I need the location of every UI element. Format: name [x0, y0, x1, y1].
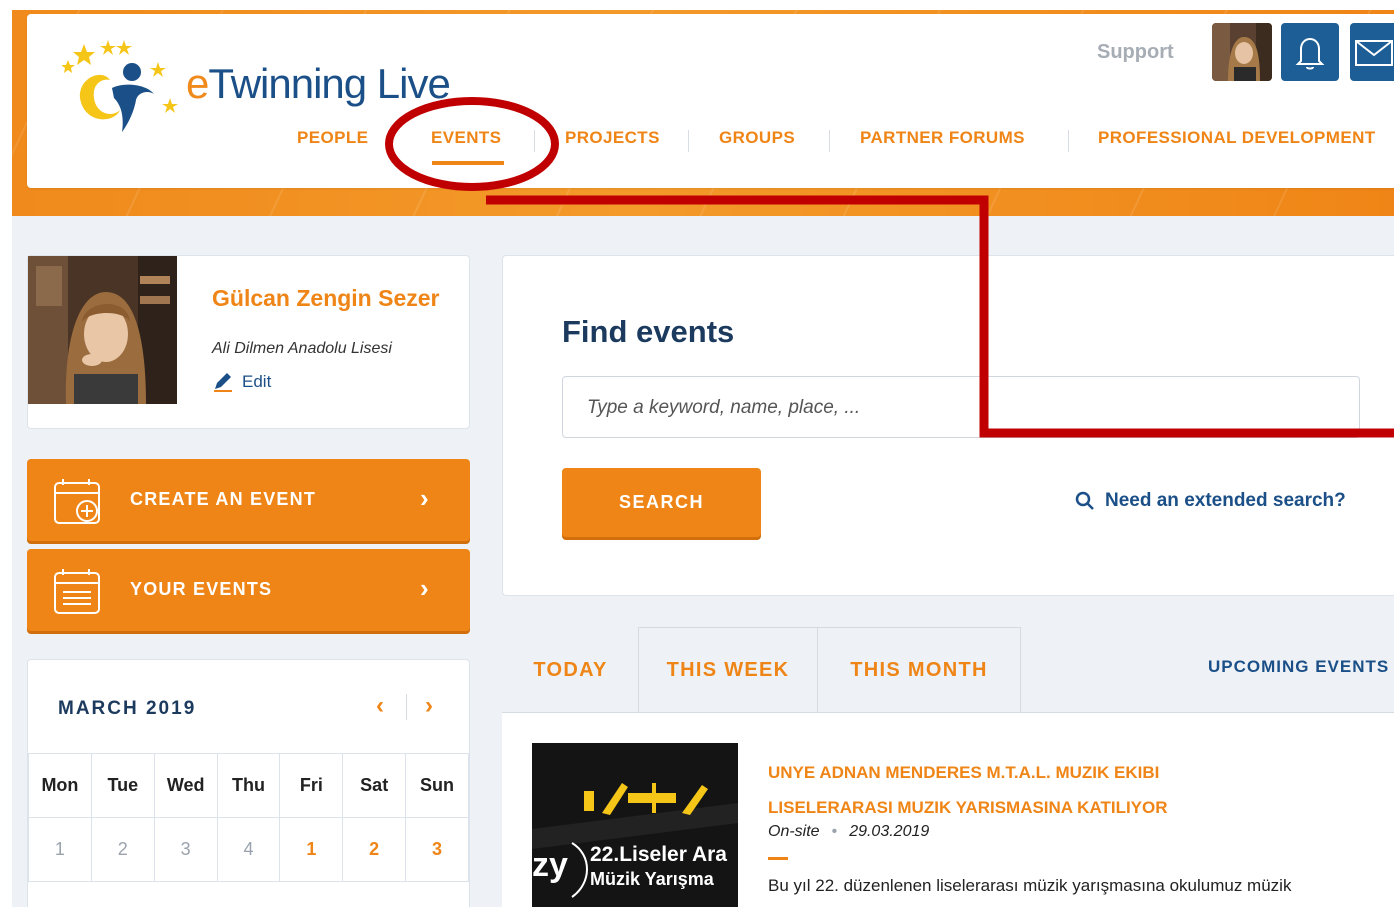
- calendar-grid: Mon Tue Wed Thu Fri Sat Sun 1 2 3 4 1 2 …: [28, 753, 469, 882]
- create-event-button[interactable]: CREATE AN EVENT ›: [27, 459, 470, 541]
- weekday-tue: Tue: [90, 753, 155, 818]
- event-meta: On-site • 29.03.2019: [768, 823, 929, 841]
- events-tabs-panel: zy 22.Liseler Ara Müzik Yarışma UNYE ADN…: [502, 627, 1394, 907]
- calendar-day[interactable]: 3: [405, 817, 469, 882]
- profile-school: Ali Dilmen Anadolu Lisesi: [212, 340, 392, 357]
- find-events-title: Find events: [562, 314, 735, 349]
- nav-separator: [829, 130, 830, 152]
- nav-professional-development[interactable]: PROFESSIONAL DEVELOPMENT: [1098, 128, 1376, 148]
- event-date: 29.03.2019: [849, 823, 930, 840]
- support-link[interactable]: Support: [1097, 41, 1174, 64]
- nav-separator: [1068, 130, 1069, 152]
- calendar-widget: MARCH 2019 ‹ › Mon Tue Wed Thu Fri Sat S…: [27, 659, 470, 907]
- edit-profile-link[interactable]: Edit: [212, 372, 271, 392]
- tab-this-month[interactable]: THIS MONTH: [817, 627, 1021, 713]
- event-thumbnail[interactable]: zy 22.Liseler Ara Müzik Yarışma: [532, 743, 738, 907]
- extended-search-link[interactable]: Need an extended search?: [1075, 490, 1346, 512]
- extended-search-label: Need an extended search?: [1105, 490, 1346, 511]
- create-event-label: CREATE AN EVENT: [130, 489, 317, 509]
- nav-separator: [688, 130, 689, 152]
- calendar-next-button[interactable]: ›: [425, 692, 433, 720]
- calendar-day[interactable]: 4: [216, 817, 281, 882]
- weekday-wed: Wed: [153, 753, 218, 818]
- chevron-right-icon: ›: [420, 483, 429, 513]
- event-description: Bu yıl 22. düzenlenen liselerarası müzik…: [768, 876, 1292, 895]
- calendar-list-icon: [53, 567, 103, 617]
- calendar-prev-button[interactable]: ‹: [376, 692, 384, 720]
- bell-icon: [1295, 37, 1325, 70]
- search-icon: [1075, 491, 1094, 510]
- event-title-link[interactable]: UNYE ADNAN MENDERES M.T.A.L. MUZIK EKIBI…: [768, 755, 1288, 825]
- calendar-nav-divider: [406, 694, 407, 720]
- calendar-month-title: MARCH 2019: [58, 698, 197, 719]
- weekday-mon: Mon: [28, 753, 92, 818]
- weekday-sat: Sat: [342, 753, 407, 818]
- event-search-input[interactable]: Type a keyword, name, place, ...: [562, 376, 1360, 438]
- edit-label: Edit: [242, 372, 272, 391]
- profile-name[interactable]: Gülcan Zengin Sezer: [212, 286, 442, 310]
- active-nav-indicator: [432, 161, 504, 165]
- user-avatar[interactable]: [1212, 23, 1272, 81]
- event-type: On-site: [768, 823, 820, 840]
- event-image-line1: 22.Liseler Ara: [590, 843, 727, 866]
- chevron-right-icon: ›: [420, 573, 429, 603]
- weekday-thu: Thu: [216, 753, 281, 818]
- messages-button[interactable]: [1350, 23, 1394, 81]
- meta-separator: •: [831, 823, 838, 840]
- logo-text: eTwinning Live: [186, 60, 451, 107]
- your-events-label: YOUR EVENTS: [130, 579, 273, 599]
- your-events-button[interactable]: YOUR EVENTS ›: [27, 549, 470, 631]
- nav-events[interactable]: EVENTS: [431, 128, 501, 148]
- find-events-panel: Find events Type a keyword, name, place,…: [502, 255, 1394, 596]
- etwinning-figure-icon: [61, 40, 178, 132]
- tab-this-week[interactable]: THIS WEEK: [638, 627, 818, 713]
- profile-photo[interactable]: [28, 256, 177, 404]
- nav-projects[interactable]: PROJECTS: [565, 128, 660, 148]
- weekday-fri: Fri: [279, 753, 344, 818]
- profile-card: Gülcan Zengin Sezer Ali Dilmen Anadolu L…: [27, 255, 470, 429]
- calendar-add-icon: [53, 477, 103, 527]
- etwinning-live-logo[interactable]: eTwinning Live: [61, 38, 472, 138]
- nav-partner-forums[interactable]: PARTNER FORUMS: [860, 128, 1025, 148]
- event-image-prefix: zy: [532, 846, 568, 884]
- nav-separator: [534, 130, 535, 152]
- search-button[interactable]: SEARCH: [562, 468, 761, 537]
- tab-upcoming-events[interactable]: UPCOMING EVENTS: [1208, 657, 1389, 677]
- nav-groups[interactable]: GROUPS: [719, 128, 795, 148]
- calendar-day[interactable]: 2: [90, 817, 155, 882]
- event-divider: [768, 857, 788, 860]
- mail-icon: [1355, 40, 1393, 66]
- weekday-sun: Sun: [405, 753, 469, 818]
- tab-today[interactable]: TODAY: [502, 627, 639, 713]
- tab-content: zy 22.Liseler Ara Müzik Yarışma UNYE ADN…: [502, 712, 1394, 907]
- calendar-day[interactable]: 1: [28, 817, 92, 882]
- calendar-day[interactable]: 3: [153, 817, 218, 882]
- pencil-icon: [214, 373, 232, 392]
- calendar-day[interactable]: 2: [342, 817, 407, 882]
- event-image-line2: Müzik Yarışma: [590, 869, 714, 889]
- nav-people[interactable]: PEOPLE: [297, 128, 368, 148]
- calendar-day[interactable]: 1: [279, 817, 344, 882]
- notifications-button[interactable]: [1281, 23, 1339, 81]
